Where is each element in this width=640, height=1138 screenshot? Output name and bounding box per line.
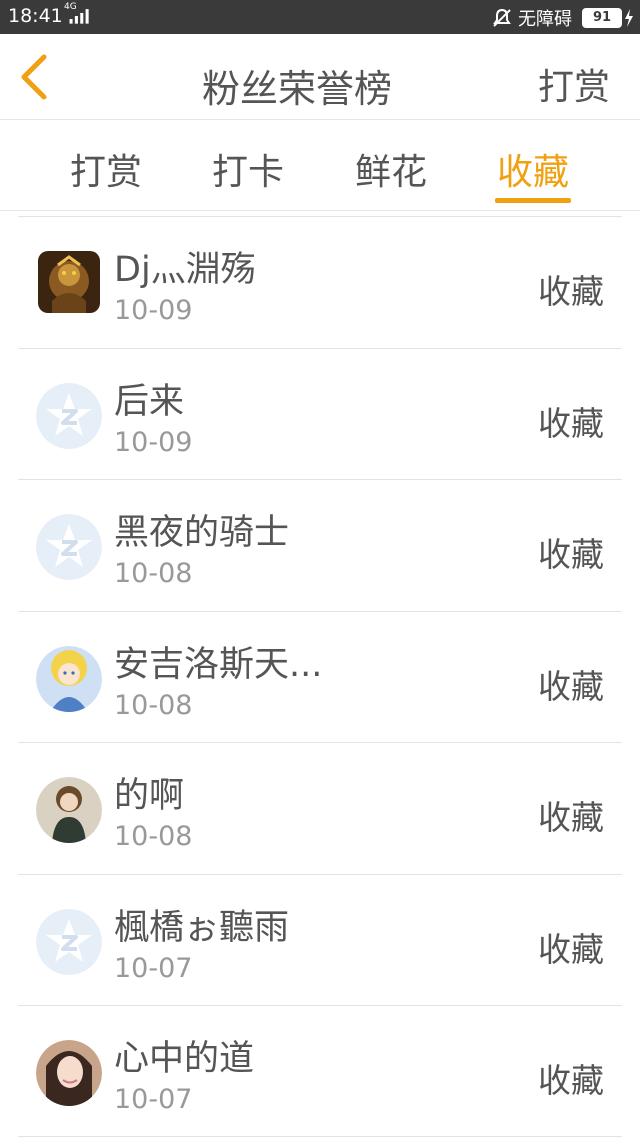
active-tab-indicator <box>495 198 571 203</box>
tab-checkin[interactable]: 打卡 <box>212 143 284 195</box>
avatar[interactable] <box>38 251 100 313</box>
fan-action: 收藏 <box>538 666 604 706</box>
fan-name: Dj灬淵殇 <box>114 250 256 290</box>
list-item[interactable]: 的啊 10-08 收藏 <box>18 742 622 874</box>
tab-bar: 打赏 打卡 鲜花 收藏 <box>0 121 640 211</box>
avatar[interactable] <box>36 382 102 449</box>
fan-date: 10-08 <box>114 821 193 852</box>
fan-date: 10-08 <box>114 558 193 589</box>
status-bar: 18:41 4G 无障碍 91 <box>0 0 640 34</box>
avatar[interactable] <box>36 908 102 975</box>
avatar[interactable] <box>36 777 102 843</box>
fan-date: 10-09 <box>114 295 193 326</box>
list-item[interactable]: 心中的道 10-07 收藏 <box>18 1005 622 1137</box>
fan-date: 10-09 <box>114 426 193 458</box>
page-title: 粉丝荣誉榜 <box>201 67 392 111</box>
fan-action: 收藏 <box>538 929 604 969</box>
tab-favorites[interactable]: 收藏 <box>497 143 569 195</box>
reward-button[interactable]: 打赏 <box>538 58 610 110</box>
tab-reward[interactable]: 打赏 <box>70 143 142 195</box>
fan-action: 收藏 <box>538 1061 604 1100</box>
fan-name: 的啊 <box>114 776 185 816</box>
fan-action: 收藏 <box>538 403 604 443</box>
fan-name: 心中的道 <box>114 1039 255 1079</box>
fan-action: 收藏 <box>538 272 604 311</box>
list-item[interactable]: 楓橋ぉ聽雨 10-07 收藏 <box>18 873 622 1006</box>
avatar[interactable] <box>36 645 102 712</box>
mute-bell-icon <box>493 8 511 27</box>
fan-date: 10-07 <box>114 1084 193 1115</box>
list-item[interactable]: 黑夜的骑士 10-08 收藏 <box>18 479 622 611</box>
fan-name: 黑夜的骑士 <box>114 513 290 553</box>
tab-flowers[interactable]: 鲜花 <box>355 143 427 195</box>
fan-name: 后来 <box>114 381 185 422</box>
status-time: 18:41 <box>8 5 63 27</box>
fan-list: Dj灬淵殇 10-09 收藏 后来 10-09 收藏 黑夜的骑士 10-08 收… <box>18 216 622 1137</box>
accessibility-label: 无障碍 <box>518 9 572 30</box>
fan-name: 楓橋ぉ聽雨 <box>114 907 290 948</box>
list-item[interactable]: 后来 10-09 收藏 <box>18 347 622 480</box>
signal-icon <box>69 9 89 24</box>
fan-date: 10-07 <box>114 952 193 984</box>
fan-action: 收藏 <box>538 535 604 574</box>
fan-action: 收藏 <box>538 798 604 837</box>
fan-name: 安吉洛斯天... <box>114 644 323 685</box>
avatar[interactable] <box>36 1040 102 1106</box>
fan-date: 10-08 <box>114 689 193 721</box>
list-item[interactable]: Dj灬淵殇 10-09 收藏 <box>18 216 622 348</box>
charging-icon <box>625 9 633 27</box>
avatar[interactable] <box>36 514 102 580</box>
list-item[interactable]: 安吉洛斯天... 10-08 收藏 <box>18 610 622 743</box>
header: 粉丝荣誉榜 打赏 <box>0 34 640 120</box>
battery-indicator: 91 <box>582 8 622 28</box>
